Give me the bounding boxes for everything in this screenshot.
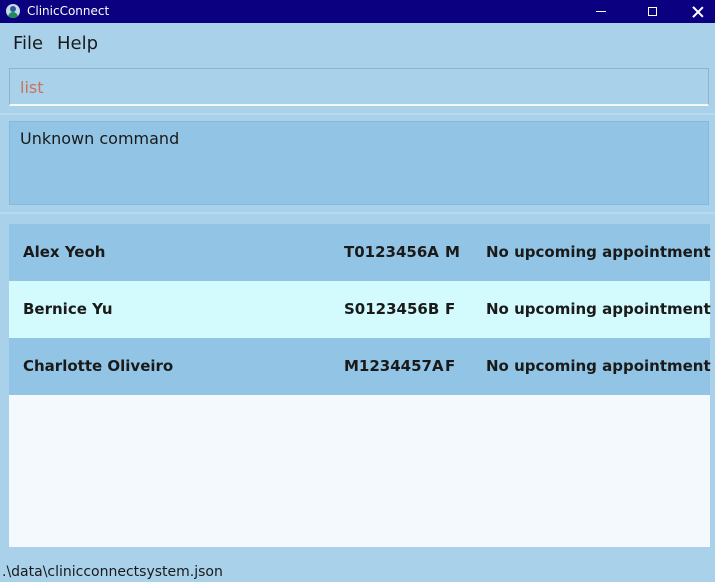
maximize-icon	[647, 7, 657, 16]
patient-sex: F	[445, 300, 456, 318]
menu-file[interactable]: File	[13, 34, 43, 54]
app-icon	[6, 4, 20, 18]
result-display: Unknown command	[9, 121, 709, 205]
patient-name: Bernice Yu	[23, 300, 113, 318]
status-bar: .\data\clinicconnectsystem.json	[0, 558, 715, 582]
patient-appointment: No upcoming appointment	[486, 357, 711, 375]
patient-name: Charlotte Oliveiro	[23, 357, 174, 375]
patient-sex: M	[445, 243, 460, 261]
patient-appointment: No upcoming appointment	[486, 300, 711, 318]
patient-list[interactable]: Alex Yeoh T0123456A M No upcoming appoin…	[9, 224, 711, 547]
minimize-icon	[596, 11, 606, 12]
command-input[interactable]: list	[9, 68, 709, 106]
patient-nric: T0123456A	[344, 243, 439, 261]
window-title: ClinicConnect	[27, 4, 110, 18]
divider	[0, 113, 715, 115]
patient-card[interactable]: Alex Yeoh T0123456A M No upcoming appoin…	[9, 224, 711, 281]
divider	[0, 212, 715, 214]
patient-nric: S0123456B	[344, 300, 440, 318]
patient-card[interactable]: Charlotte Oliveiro M1234457A F No upcomi…	[9, 338, 711, 395]
close-icon	[692, 6, 704, 18]
minimize-button[interactable]	[578, 0, 624, 23]
patient-appointment: No upcoming appointment	[486, 243, 711, 261]
maximize-button[interactable]	[629, 0, 675, 23]
close-button[interactable]	[675, 0, 715, 23]
patient-name: Alex Yeoh	[23, 243, 106, 261]
save-location: .\data\clinicconnectsystem.json	[2, 564, 223, 580]
title-bar: ClinicConnect	[0, 0, 715, 23]
patient-sex: F	[445, 357, 456, 375]
menu-help[interactable]: Help	[57, 34, 98, 54]
menu-bar: File Help	[0, 23, 715, 63]
patient-nric: M1234457A	[344, 357, 444, 375]
patient-card[interactable]: Bernice Yu S0123456B F No upcoming appoi…	[9, 281, 711, 338]
